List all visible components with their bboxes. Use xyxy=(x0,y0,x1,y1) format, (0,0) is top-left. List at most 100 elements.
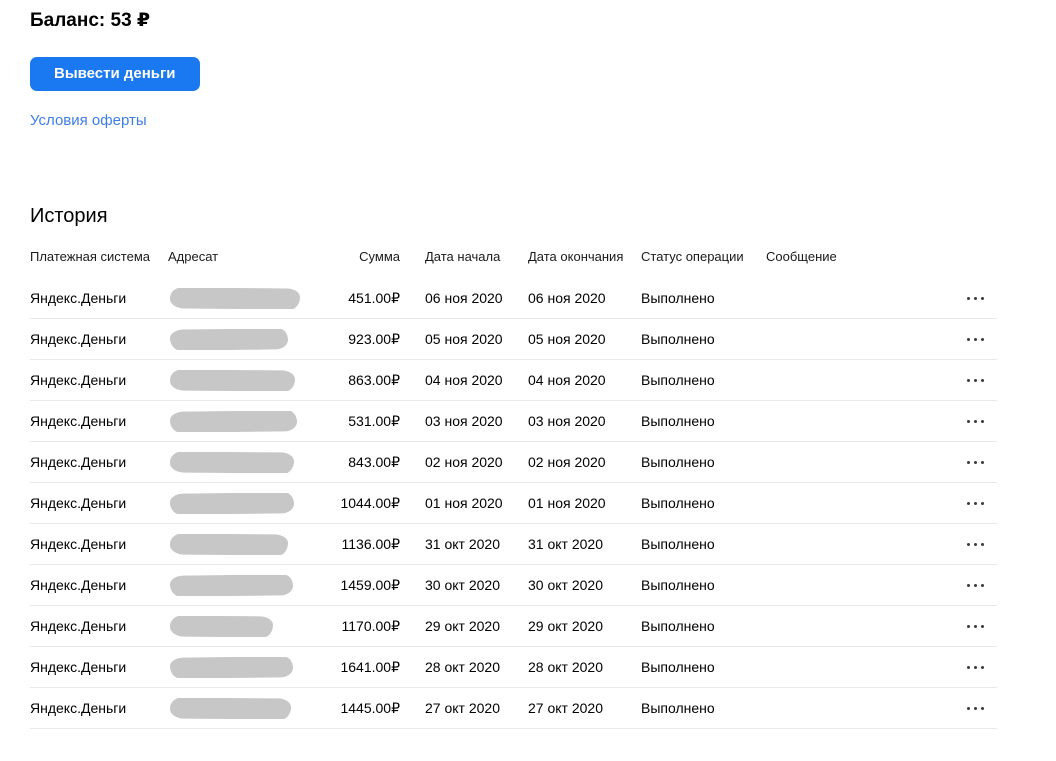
balance-title: Баланс: 53 ₽ xyxy=(30,10,151,31)
cell-date-start: 28 окт 2020 xyxy=(425,659,500,675)
cell-payment-system: Яндекс.Деньги xyxy=(30,372,127,388)
cell-payment-system: Яндекс.Деньги xyxy=(30,700,127,716)
cell-amount: 863.00₽ xyxy=(348,371,400,388)
recipient-redaction xyxy=(169,656,294,678)
table-row: Яндекс.Деньги 1136.00₽ 31 окт 2020 31 ок… xyxy=(30,524,997,565)
cell-status: Выполнено xyxy=(641,536,715,552)
row-menu-button[interactable] xyxy=(965,497,986,509)
cell-amount: 1445.00₽ xyxy=(340,699,400,716)
cell-amount: 1459.00₽ xyxy=(340,576,400,593)
cell-status: Выполнено xyxy=(641,372,715,388)
ellipsis-icon xyxy=(967,625,984,628)
cell-row-menu xyxy=(965,620,997,632)
recipient-redaction xyxy=(169,328,289,350)
cell-row-menu xyxy=(965,497,997,509)
recipient-redaction xyxy=(169,451,295,473)
row-menu-button[interactable] xyxy=(965,456,986,468)
offer-link[interactable]: Условия оферты xyxy=(30,112,147,130)
cell-date-start: 29 окт 2020 xyxy=(425,618,500,634)
cell-row-menu xyxy=(965,292,997,304)
cell-row-menu xyxy=(965,456,997,468)
table-row: Яндекс.Деньги 1445.00₽ 27 окт 2020 27 ок… xyxy=(30,688,997,729)
ellipsis-icon xyxy=(967,461,984,464)
header-recipient: Адресат xyxy=(168,249,219,264)
cell-row-menu xyxy=(965,374,997,386)
ellipsis-icon xyxy=(967,584,984,587)
table-row: Яндекс.Деньги 923.00₽ 05 ноя 2020 05 ноя… xyxy=(30,319,997,360)
cell-amount: 923.00₽ xyxy=(348,330,400,347)
header-date-end: Дата окончания xyxy=(528,249,624,264)
ellipsis-icon xyxy=(967,502,984,505)
cell-amount: 1170.00₽ xyxy=(341,617,400,634)
cell-date-start: 27 окт 2020 xyxy=(425,700,500,716)
cell-amount: 1136.00₽ xyxy=(341,535,400,552)
cell-date-start: 04 ноя 2020 xyxy=(425,372,503,388)
cell-date-start: 31 окт 2020 xyxy=(425,536,500,552)
cell-amount: 1044.00₽ xyxy=(340,494,400,511)
table-header: Платежная система Адресат Сумма Дата нач… xyxy=(30,250,997,264)
cell-amount: 451.00₽ xyxy=(348,289,400,306)
cell-recipient xyxy=(168,533,330,555)
ellipsis-icon xyxy=(967,338,984,341)
cell-payment-system: Яндекс.Деньги xyxy=(30,290,127,306)
cell-date-end: 04 ноя 2020 xyxy=(528,372,606,388)
ellipsis-icon xyxy=(967,543,984,546)
cell-amount: 843.00₽ xyxy=(348,453,400,470)
cell-recipient xyxy=(168,697,330,719)
header-payment-system: Платежная система xyxy=(30,249,150,264)
cell-date-end: 30 окт 2020 xyxy=(528,577,603,593)
ellipsis-icon xyxy=(967,297,984,300)
recipient-redaction xyxy=(169,492,295,514)
cell-status: Выполнено xyxy=(641,331,715,347)
cell-payment-system: Яндекс.Деньги xyxy=(30,659,127,675)
header-message: Сообщение xyxy=(766,249,837,264)
cell-payment-system: Яндекс.Деньги xyxy=(30,413,127,429)
cell-row-menu xyxy=(965,661,997,673)
cell-date-start: 05 ноя 2020 xyxy=(425,331,503,347)
cell-date-start: 30 окт 2020 xyxy=(425,577,500,593)
row-menu-button[interactable] xyxy=(965,292,986,304)
cell-recipient xyxy=(168,369,330,391)
row-menu-button[interactable] xyxy=(965,661,986,673)
cell-recipient xyxy=(168,287,330,309)
cell-date-end: 31 окт 2020 xyxy=(528,536,603,552)
cell-payment-system: Яндекс.Деньги xyxy=(30,495,127,511)
row-menu-button[interactable] xyxy=(965,620,986,632)
cell-status: Выполнено xyxy=(641,290,715,306)
row-menu-button[interactable] xyxy=(965,538,986,550)
recipient-redaction xyxy=(169,533,289,555)
row-menu-button[interactable] xyxy=(965,374,986,386)
table-row: Яндекс.Деньги 863.00₽ 04 ноя 2020 04 ноя… xyxy=(30,360,997,401)
history-title: История xyxy=(30,205,108,227)
cell-status: Выполнено xyxy=(641,495,715,511)
cell-status: Выполнено xyxy=(641,454,715,470)
history-section: История Платежная система Адресат Сумма … xyxy=(30,205,1026,729)
cell-payment-system: Яндекс.Деньги xyxy=(30,331,127,347)
withdraw-button[interactable]: Вывести деньги xyxy=(30,57,200,91)
cell-date-end: 29 окт 2020 xyxy=(528,618,603,634)
cell-status: Выполнено xyxy=(641,659,715,675)
cell-payment-system: Яндекс.Деньги xyxy=(30,536,127,552)
cell-recipient xyxy=(168,328,330,350)
recipient-redaction xyxy=(169,369,296,391)
cell-date-start: 03 ноя 2020 xyxy=(425,413,503,429)
table-row: Яндекс.Деньги 843.00₽ 02 ноя 2020 02 ноя… xyxy=(30,442,997,483)
row-menu-button[interactable] xyxy=(965,579,986,591)
cell-status: Выполнено xyxy=(641,413,715,429)
row-menu-button[interactable] xyxy=(965,702,986,714)
recipient-redaction xyxy=(169,615,274,637)
cell-status: Выполнено xyxy=(641,618,715,634)
header-status: Статус операции xyxy=(641,249,744,264)
cell-date-start: 01 ноя 2020 xyxy=(425,495,503,511)
cell-recipient xyxy=(168,492,330,514)
cell-date-end: 03 ноя 2020 xyxy=(528,413,606,429)
row-menu-button[interactable] xyxy=(965,415,986,427)
recipient-redaction xyxy=(169,287,301,309)
cell-payment-system: Яндекс.Деньги xyxy=(30,454,127,470)
cell-recipient xyxy=(168,615,330,637)
row-menu-button[interactable] xyxy=(965,333,986,345)
table-body: Яндекс.Деньги 451.00₽ 06 ноя 2020 06 ноя… xyxy=(30,278,1026,729)
table-row: Яндекс.Деньги 1641.00₽ 28 окт 2020 28 ок… xyxy=(30,647,997,688)
cell-row-menu xyxy=(965,702,997,714)
cell-date-end: 27 окт 2020 xyxy=(528,700,603,716)
